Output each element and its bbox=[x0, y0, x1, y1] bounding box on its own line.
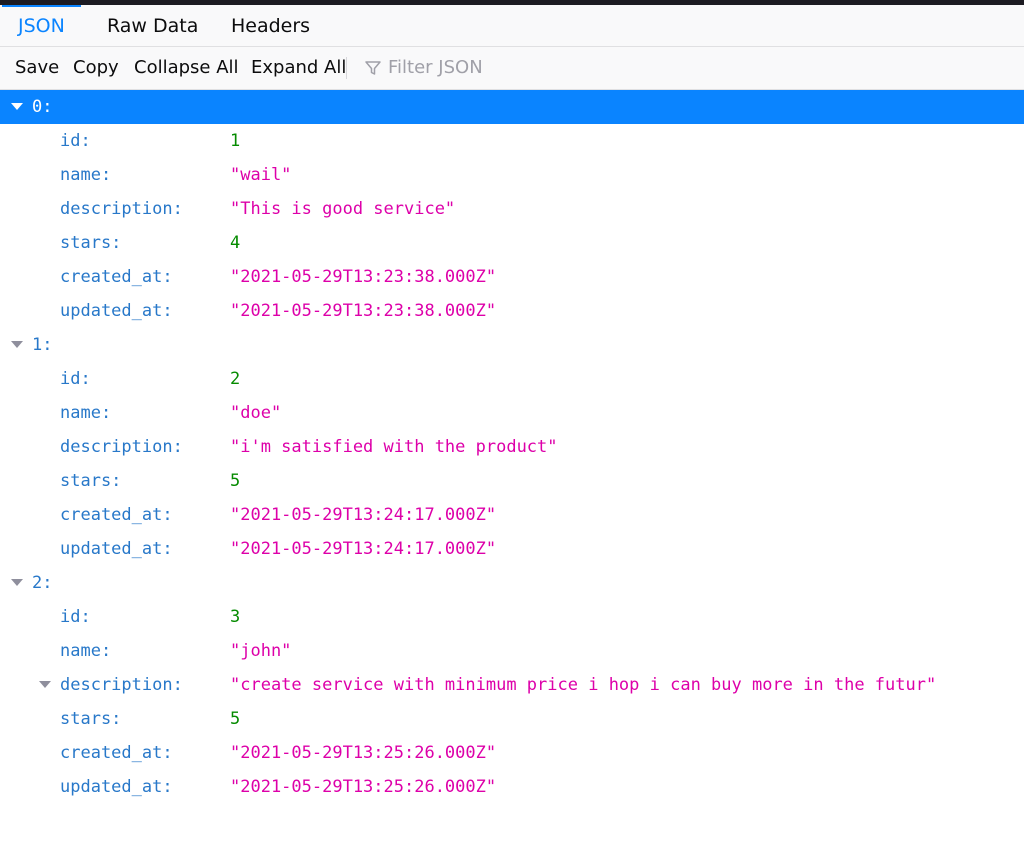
expand-all-button[interactable]: Expand All bbox=[251, 47, 346, 89]
field-key: id: bbox=[60, 369, 91, 389]
field-key: updated_at: bbox=[60, 539, 173, 559]
field-key: description: bbox=[60, 199, 183, 219]
tree-row-updated-at[interactable]: updated_at: "2021-05-29T13:24:17.000Z" bbox=[0, 532, 1024, 566]
expand-arrow-icon[interactable] bbox=[10, 328, 24, 362]
filter-placeholder: Filter JSON bbox=[388, 57, 483, 78]
tree-row-created-at[interactable]: created_at: "2021-05-29T13:23:38.000Z" bbox=[0, 260, 1024, 294]
tree-row-name[interactable]: name: "john" bbox=[0, 634, 1024, 668]
field-key: stars: bbox=[60, 709, 122, 729]
field-key: created_at: bbox=[60, 267, 173, 287]
field-key: description: bbox=[60, 437, 183, 457]
expand-arrow-icon[interactable] bbox=[38, 668, 52, 702]
field-value: 5 bbox=[230, 709, 241, 729]
field-value: "wail" bbox=[230, 165, 292, 185]
field-key: name: bbox=[60, 165, 112, 185]
record-index: 1: bbox=[32, 335, 53, 355]
tree-row-updated-at[interactable]: updated_at: "2021-05-29T13:25:26.000Z" bbox=[0, 770, 1024, 804]
field-key: stars: bbox=[60, 471, 122, 491]
tree-row-stars[interactable]: stars: 4 bbox=[0, 226, 1024, 260]
field-value: 5 bbox=[230, 471, 241, 491]
field-value: "2021-05-29T13:24:17.000Z" bbox=[230, 539, 497, 559]
field-value: 3 bbox=[230, 607, 241, 627]
field-key: created_at: bbox=[60, 743, 173, 763]
filter-json-input[interactable]: Filter JSON bbox=[360, 47, 660, 89]
tree-row-id[interactable]: id: 2 bbox=[0, 362, 1024, 396]
field-value: "2021-05-29T13:23:38.000Z" bbox=[230, 267, 497, 287]
json-tree: 0: id: 1 name: "wail" description: "This… bbox=[0, 90, 1024, 804]
field-key: name: bbox=[60, 641, 112, 661]
field-key: id: bbox=[60, 131, 91, 151]
tree-row-id[interactable]: id: 1 bbox=[0, 124, 1024, 158]
field-value: "2021-05-29T13:25:26.000Z" bbox=[230, 777, 497, 797]
field-value: 4 bbox=[230, 233, 241, 253]
field-value: "2021-05-29T13:23:38.000Z" bbox=[230, 301, 497, 321]
field-key: created_at: bbox=[60, 505, 173, 525]
save-button[interactable]: Save bbox=[15, 47, 59, 89]
tree-row-description[interactable]: description: "This is good service" bbox=[0, 192, 1024, 226]
tree-row-stars[interactable]: stars: 5 bbox=[0, 702, 1024, 736]
tree-row-stars[interactable]: stars: 5 bbox=[0, 464, 1024, 498]
tab-headers[interactable]: Headers bbox=[215, 5, 326, 46]
field-key: updated_at: bbox=[60, 301, 173, 321]
tab-raw-data[interactable]: Raw Data bbox=[91, 5, 214, 46]
tab-json[interactable]: JSON bbox=[2, 5, 81, 46]
tree-row-description[interactable]: description: "i'm satisfied with the pro… bbox=[0, 430, 1024, 464]
tree-row-created-at[interactable]: created_at: "2021-05-29T13:25:26.000Z" bbox=[0, 736, 1024, 770]
field-value: "john" bbox=[230, 641, 292, 661]
tree-row-id[interactable]: id: 3 bbox=[0, 600, 1024, 634]
field-key: name: bbox=[60, 403, 112, 423]
field-value: 1 bbox=[230, 131, 241, 151]
field-key: stars: bbox=[60, 233, 122, 253]
field-value: 2 bbox=[230, 369, 241, 389]
field-value: "create service with minimum price i hop… bbox=[230, 675, 937, 695]
field-key: description: bbox=[60, 675, 183, 695]
field-value: "i'm satisfied with the product" bbox=[230, 437, 558, 457]
field-value: "2021-05-29T13:25:26.000Z" bbox=[230, 743, 497, 763]
tree-row-description[interactable]: description: "create service with minimu… bbox=[0, 668, 1024, 702]
record-index: 0: bbox=[32, 97, 53, 117]
field-value: "2021-05-29T13:24:17.000Z" bbox=[230, 505, 497, 525]
tree-row-updated-at[interactable]: updated_at: "2021-05-29T13:23:38.000Z" bbox=[0, 294, 1024, 328]
expand-arrow-icon[interactable] bbox=[10, 566, 24, 600]
tree-row-created-at[interactable]: created_at: "2021-05-29T13:24:17.000Z" bbox=[0, 498, 1024, 532]
field-key: id: bbox=[60, 607, 91, 627]
tree-row-record-2[interactable]: 2: bbox=[0, 566, 1024, 600]
tree-row-record-1[interactable]: 1: bbox=[0, 328, 1024, 362]
field-value: "doe" bbox=[230, 403, 282, 423]
tree-row-name[interactable]: name: "wail" bbox=[0, 158, 1024, 192]
collapse-all-button[interactable]: Collapse All bbox=[134, 47, 239, 89]
copy-button[interactable]: Copy bbox=[73, 47, 119, 89]
filter-icon bbox=[365, 61, 381, 75]
toolbar-separator bbox=[346, 57, 347, 79]
expand-arrow-icon[interactable] bbox=[10, 90, 24, 124]
tree-row-record-0[interactable]: 0: bbox=[0, 90, 1024, 124]
toolbar: Save Copy Collapse All Expand All Filter… bbox=[0, 47, 1024, 90]
field-value: "This is good service" bbox=[230, 199, 456, 219]
tab-bar: JSON Raw Data Headers bbox=[0, 5, 1024, 47]
tree-row-name[interactable]: name: "doe" bbox=[0, 396, 1024, 430]
record-index: 2: bbox=[32, 573, 53, 593]
field-key: updated_at: bbox=[60, 777, 173, 797]
